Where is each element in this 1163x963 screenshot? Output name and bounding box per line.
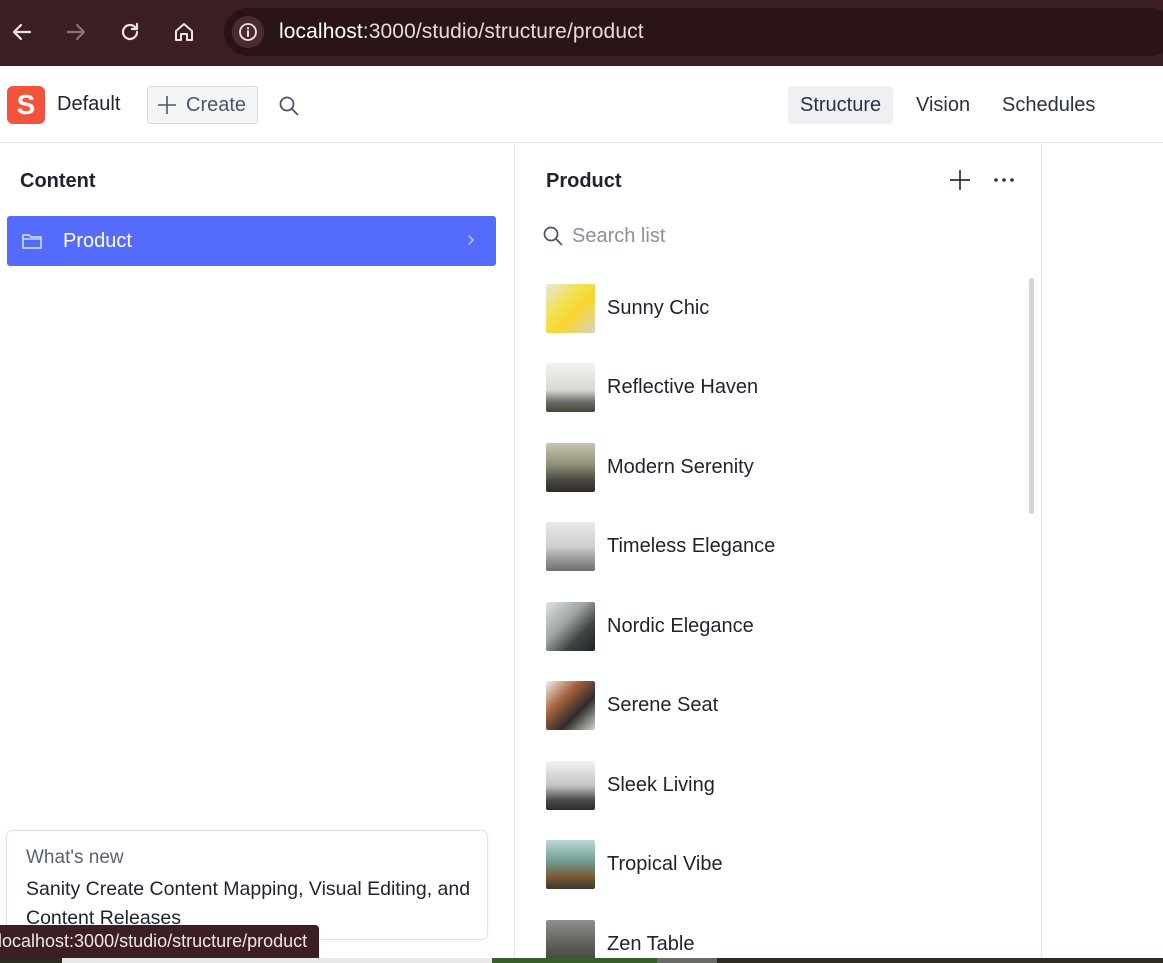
taskbar-strip xyxy=(0,958,1163,963)
product-thumbnail xyxy=(546,761,595,810)
site-info-button[interactable] xyxy=(232,16,264,48)
whats-new-card[interactable]: What's new Sanity Create Content Mapping… xyxy=(6,830,488,940)
product-thumbnail xyxy=(546,284,595,333)
list-item[interactable]: Serene Seat xyxy=(546,681,1016,731)
list-item-label: Zen Table xyxy=(607,933,695,955)
list-item-label: Modern Serenity xyxy=(607,456,754,478)
info-icon xyxy=(239,23,257,41)
product-pane: Product Sunny Chic Reflective Haven Mode… xyxy=(516,144,1042,963)
create-label: Create xyxy=(186,93,247,116)
status-url: localhost:3000/studio/structure/product xyxy=(0,931,308,951)
arrow-left-icon xyxy=(12,23,32,41)
forward-button[interactable] xyxy=(58,14,94,50)
home-button[interactable] xyxy=(166,14,202,50)
list-item[interactable]: Nordic Elegance xyxy=(546,602,1016,652)
new-document-button[interactable] xyxy=(948,168,972,192)
reload-icon xyxy=(121,22,139,41)
tab-structure[interactable]: Structure xyxy=(788,86,894,124)
link-status-bar: localhost:3000/studio/structure/product xyxy=(0,925,320,958)
folder-icon xyxy=(22,234,42,249)
product-thumbnail xyxy=(546,363,595,412)
list-item[interactable]: Sunny Chic xyxy=(546,284,1016,334)
pane-menu-button[interactable] xyxy=(992,168,1016,192)
search-icon xyxy=(279,96,299,116)
arrow-right-icon xyxy=(66,23,86,41)
content-pane-title: Content xyxy=(20,170,96,192)
list-scrollbar[interactable] xyxy=(1029,278,1034,514)
ellipsis-icon xyxy=(994,178,1014,182)
product-pane-title: Product xyxy=(546,170,622,192)
plus-icon xyxy=(950,170,970,190)
list-search-icon xyxy=(542,225,564,247)
list-item[interactable]: Sleek Living xyxy=(546,761,1016,811)
list-item[interactable]: Timeless Elegance xyxy=(546,522,1016,572)
browser-toolbar: localhost:3000/studio/structure/product xyxy=(0,0,1163,66)
chevron-right-icon xyxy=(468,235,475,245)
workspace-logo[interactable]: S xyxy=(7,86,45,124)
product-thumbnail xyxy=(546,840,595,889)
list-item-label: Tropical Vibe xyxy=(607,853,723,875)
content-pane: Content Product What's new Sanity Create… xyxy=(0,144,515,963)
product-thumbnail xyxy=(546,920,595,963)
whats-new-title: What's new xyxy=(26,847,124,868)
search-icon xyxy=(543,226,563,246)
product-thumbnail xyxy=(546,602,595,651)
studio-navbar: S Default Create Structure Vision Schedu… xyxy=(0,66,1163,143)
search-list-input[interactable] xyxy=(572,218,1012,254)
create-button[interactable]: Create xyxy=(147,86,258,124)
global-search-button[interactable] xyxy=(276,93,302,119)
product-thumbnail xyxy=(546,443,595,492)
list-item-label: Serene Seat xyxy=(607,694,719,716)
plus-icon xyxy=(158,96,176,114)
tab-schedules[interactable]: Schedules xyxy=(990,86,1107,124)
url-host: localhost xyxy=(279,20,363,43)
product-thumbnail xyxy=(546,522,595,571)
url-path: :3000/studio/structure/product xyxy=(362,20,644,43)
list-item[interactable]: Tropical Vibe xyxy=(546,840,1016,890)
workspace-name[interactable]: Default xyxy=(57,93,120,116)
list-item[interactable]: Modern Serenity xyxy=(546,443,1016,493)
back-button[interactable] xyxy=(4,14,40,50)
content-item-label: Product xyxy=(63,230,132,252)
reload-button[interactable] xyxy=(112,14,148,50)
list-item[interactable]: Reflective Haven xyxy=(546,363,1016,413)
address-bar[interactable]: localhost:3000/studio/structure/product xyxy=(224,8,1163,56)
home-icon xyxy=(175,23,193,41)
list-item-label: Reflective Haven xyxy=(607,376,759,398)
list-item-label: Sunny Chic xyxy=(607,297,710,319)
product-thumbnail xyxy=(546,681,595,730)
content-item-product[interactable]: Product xyxy=(7,216,496,266)
list-item-label: Sleek Living xyxy=(607,774,715,796)
list-item[interactable]: Zen Table xyxy=(546,920,1016,963)
tab-vision[interactable]: Vision xyxy=(904,86,982,124)
list-item-label: Nordic Elegance xyxy=(607,615,754,637)
list-item-label: Timeless Elegance xyxy=(607,535,776,557)
url-text[interactable]: localhost:3000/studio/structure/product xyxy=(279,20,644,44)
